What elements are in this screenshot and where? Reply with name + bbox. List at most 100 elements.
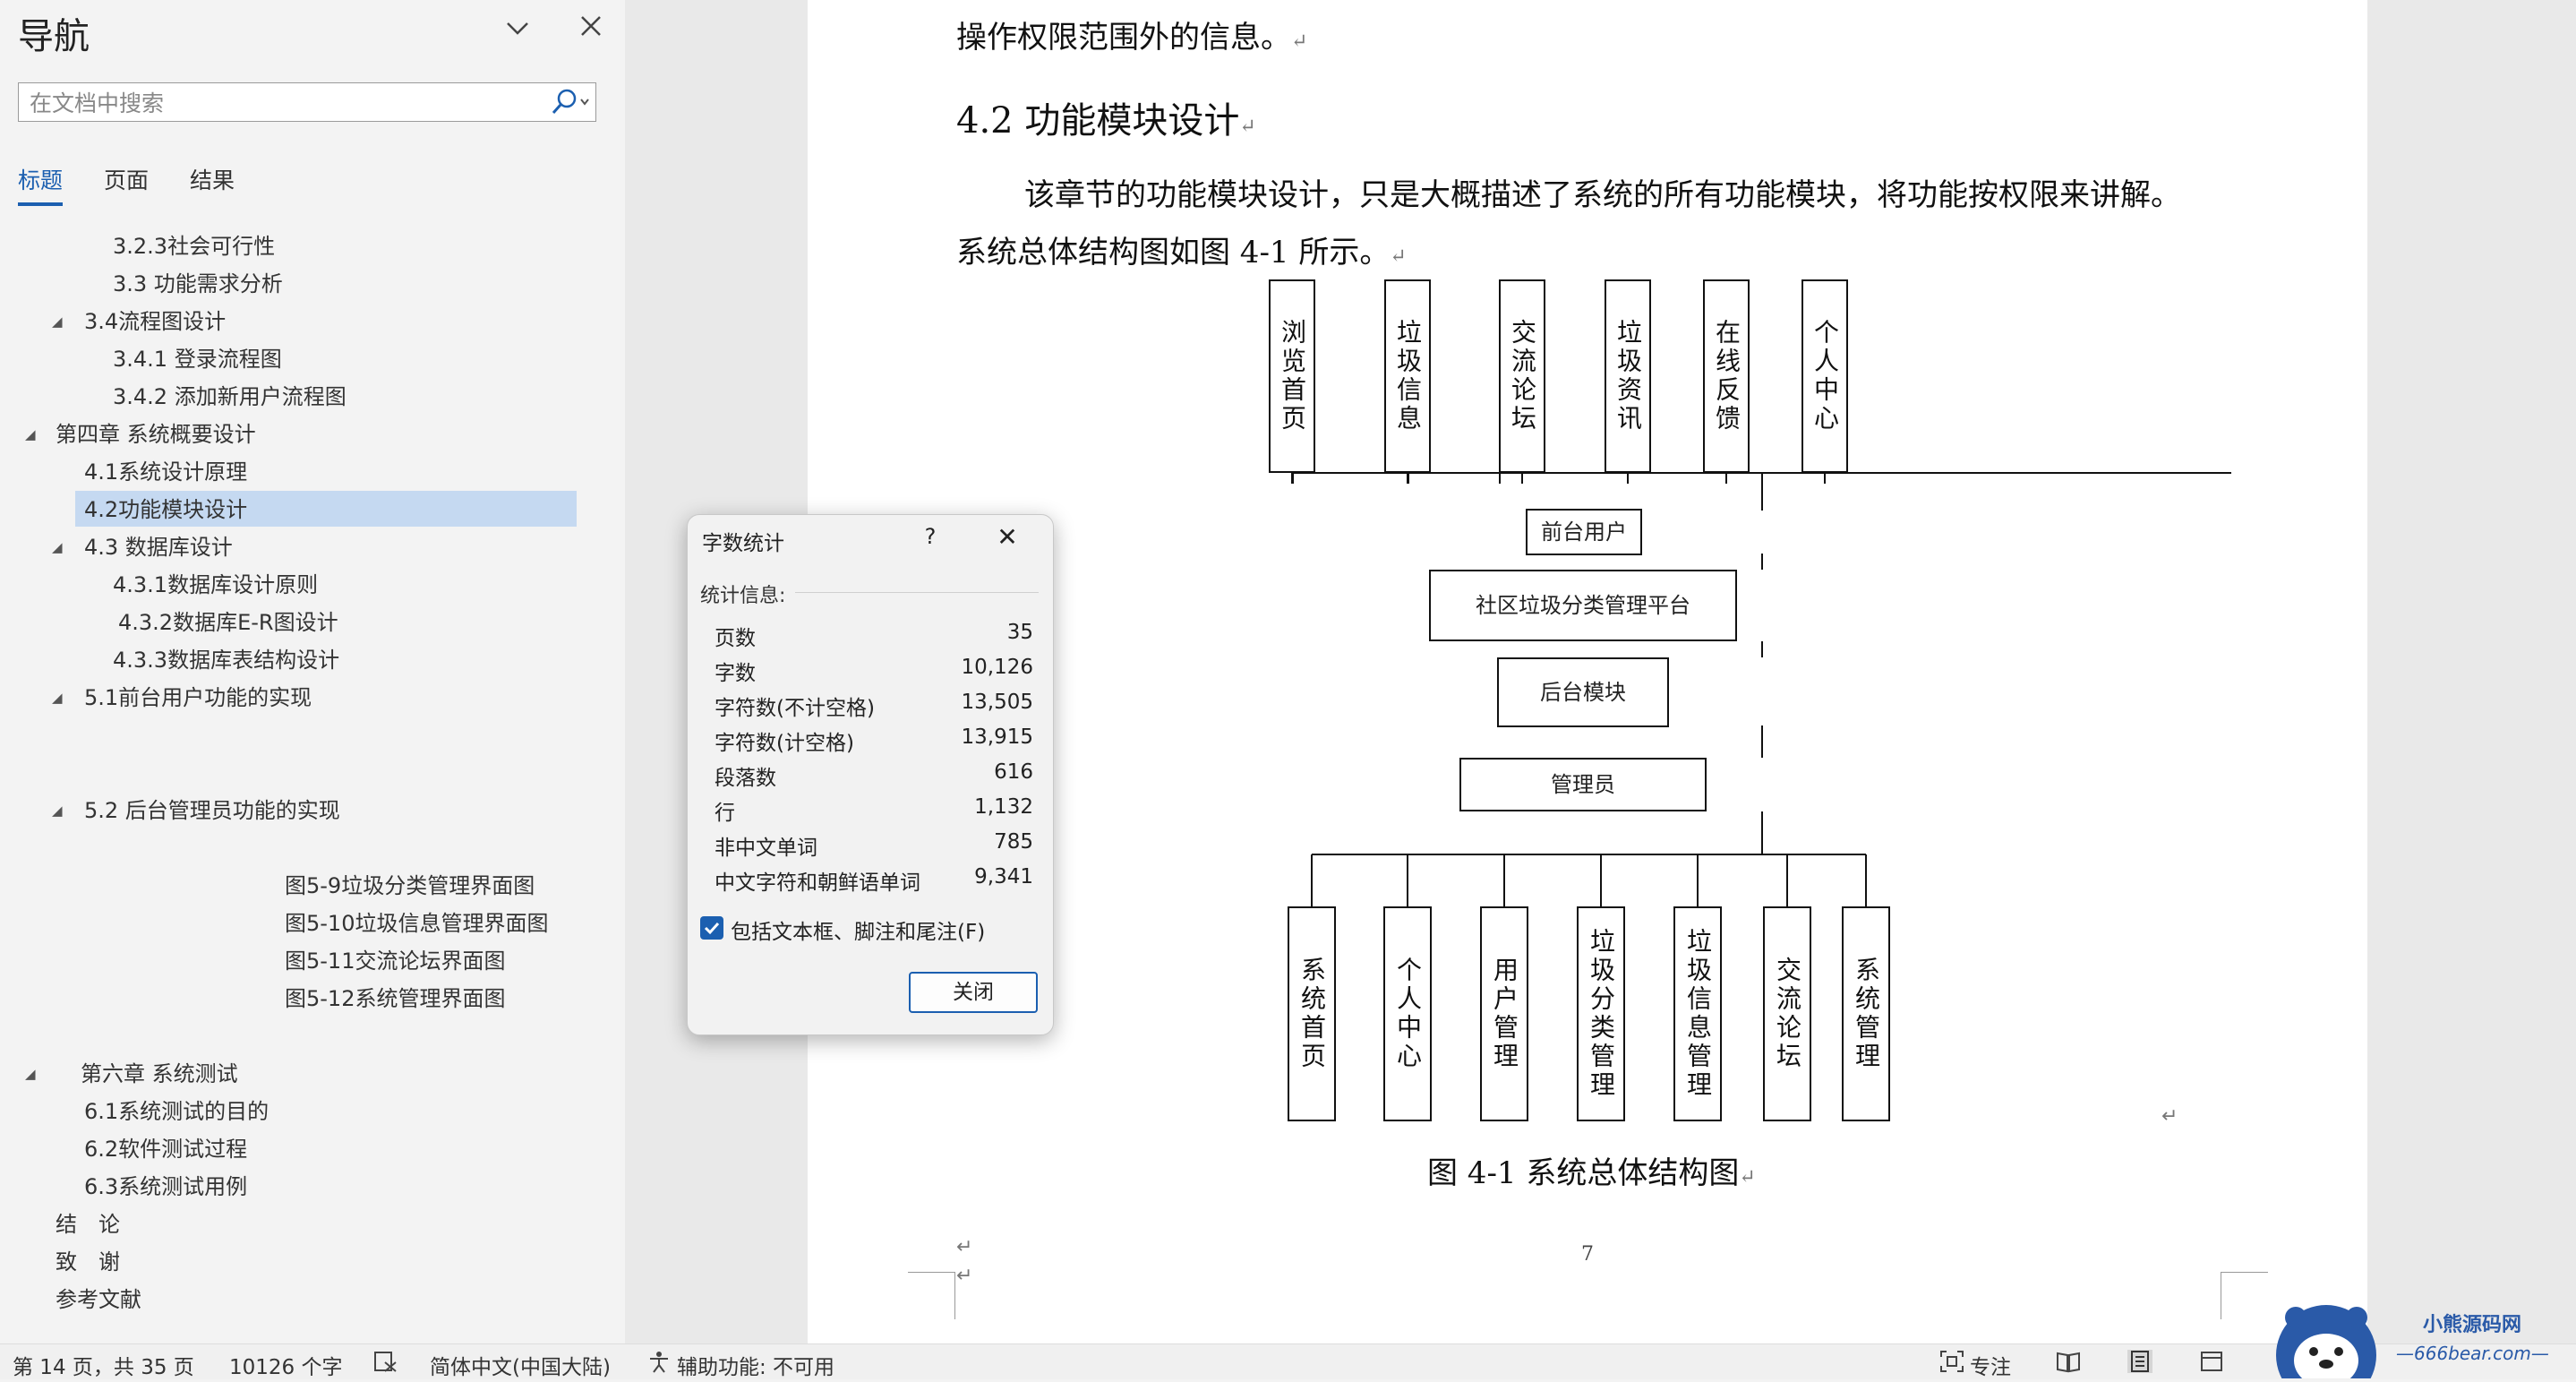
stat-row: 中文字符和朝鲜语单词 9,341 xyxy=(715,865,1033,897)
module-label: 系统管理 xyxy=(1852,957,1881,1071)
stat-row: 段落数 616 xyxy=(715,760,1033,793)
expand-triangle-icon[interactable]: ◢ xyxy=(52,529,63,565)
navigation-pane: 导航 标题 页面 结果 3.2.3社会可行性 3.3 功能需求分析 ◢ 3.4流… xyxy=(0,0,625,1343)
expand-triangle-icon[interactable]: ◢ xyxy=(52,304,63,339)
page-number: 7 xyxy=(1581,1243,1594,1266)
watermark-logo: 小熊源码网 —666bear.com— xyxy=(2264,1301,2576,1382)
front-user-box: 前台用户 xyxy=(1526,509,1642,555)
paragraph-mark: ↵ xyxy=(956,1265,973,1287)
expand-triangle-icon[interactable]: ◢ xyxy=(52,680,63,716)
expand-triangle-icon[interactable]: ◢ xyxy=(25,416,36,452)
module-label: 交流论坛 xyxy=(1773,957,1802,1071)
stat-label: 字符数(计空格) xyxy=(715,732,854,755)
outline-item[interactable]: 3.4.2 添加新用户流程图 xyxy=(113,379,347,415)
print-layout-icon[interactable] xyxy=(2127,1350,2152,1373)
platform-box: 社区垃圾分类管理平台 xyxy=(1429,570,1737,641)
status-bar: 第 14 页，共 35 页 10126 个字 简体中文(中国大陆) 辅助功能: … xyxy=(0,1343,2576,1379)
search-icon[interactable] xyxy=(547,87,592,117)
outline-item[interactable]: 4.3.3数据库表结构设计 xyxy=(113,642,339,678)
outline-item-selected[interactable]: 4.2功能模块设计 xyxy=(84,492,247,528)
outline-item[interactable]: 4.3 数据库设计 xyxy=(84,529,233,565)
outline-item[interactable]: 致 谢 xyxy=(56,1244,120,1280)
page-corner-mark xyxy=(908,1272,955,1319)
web-layout-icon[interactable] xyxy=(2199,1350,2224,1373)
status-accessibility[interactable]: 辅助功能: 不可用 xyxy=(677,1350,834,1380)
status-page[interactable]: 第 14 页，共 35 页 xyxy=(13,1350,194,1380)
expand-triangle-icon[interactable]: ◢ xyxy=(25,1056,36,1092)
outline-item[interactable]: 6.1系统测试的目的 xyxy=(84,1094,269,1129)
stat-row: 字符数(计空格) 13,915 xyxy=(715,725,1033,758)
paragraph-mark: ↵ xyxy=(956,1236,973,1258)
stat-row: 行 1,132 xyxy=(715,795,1033,828)
page-corner-mark xyxy=(2221,1272,2268,1319)
word-count-dialog: 字数统计 ? ✕ 统计信息: 页数 35 字数 10,126 字符数(不计空格) 13… xyxy=(687,514,1054,1035)
status-language[interactable]: 简体中文(中国大陆) xyxy=(430,1350,611,1380)
close-icon[interactable] xyxy=(573,13,609,48)
outline-item[interactable]: 图5-11交流论坛界面图 xyxy=(285,943,505,979)
figure-caption: 图 4-1 系统总体结构图↵ xyxy=(1427,1155,1756,1191)
help-icon[interactable]: ? xyxy=(917,524,944,549)
outline-item[interactable]: 图5-10垃圾信息管理界面图 xyxy=(285,906,548,941)
outline-item[interactable]: 6.3系统测试用例 xyxy=(84,1169,247,1205)
stat-label: 字数 xyxy=(715,662,756,685)
dialog-title: 字数统计 xyxy=(702,532,784,555)
stat-value: 13,915 xyxy=(961,725,1033,749)
outline-item[interactable]: 图5-12系统管理界面图 xyxy=(285,981,505,1017)
outline-item[interactable]: 4.3.1数据库设计原则 xyxy=(113,567,318,603)
checkbox-label[interactable]: 包括文本框、脚注和尾注(F) xyxy=(731,914,985,945)
outline-item[interactable]: 3.3 功能需求分析 xyxy=(113,266,283,302)
outline-item[interactable]: 5.1前台用户功能的实现 xyxy=(84,680,312,716)
stat-value: 13,505 xyxy=(961,691,1033,714)
backend-box: 后台模块 xyxy=(1497,657,1669,727)
module-box-garbage-info-management: 垃圾信息管理 xyxy=(1673,906,1722,1121)
outline-item[interactable]: 4.1系统设计原理 xyxy=(84,454,247,490)
paragraph-mark: ↵ xyxy=(2161,1105,2178,1128)
outline-item[interactable]: 3.2.3社会可行性 xyxy=(113,228,275,264)
nav-title: 导航 xyxy=(18,16,90,57)
tab-pages[interactable]: 页面 xyxy=(104,163,149,195)
outline-item[interactable]: 6.2软件测试过程 xyxy=(84,1131,247,1167)
search-box xyxy=(18,82,596,123)
outline-item[interactable]: 第四章 系统概要设计 xyxy=(56,416,256,452)
outline-item[interactable]: 3.4.1 登录流程图 xyxy=(113,341,282,377)
stat-value: 785 xyxy=(994,830,1033,854)
outline-item[interactable]: 3.4流程图设计 xyxy=(84,304,226,339)
outline-item[interactable]: 参考文献 xyxy=(56,1282,141,1318)
outline-item[interactable]: 结 论 xyxy=(56,1206,120,1242)
stat-label: 中文字符和朝鲜语单词 xyxy=(715,871,920,895)
focus-icon[interactable] xyxy=(1939,1350,1964,1373)
include-textboxes-checkbox[interactable] xyxy=(700,916,723,940)
status-focus[interactable]: 专注 xyxy=(1970,1350,2011,1380)
accessibility-icon[interactable] xyxy=(646,1350,672,1373)
outline-item[interactable]: 第六章 系统测试 xyxy=(81,1056,238,1092)
outline-item[interactable]: 图5-9垃圾分类管理界面图 xyxy=(285,868,535,904)
admin-box: 管理员 xyxy=(1459,758,1707,811)
tab-headings[interactable]: 标题 xyxy=(18,163,63,195)
proofing-icon[interactable] xyxy=(372,1350,398,1373)
chevron-down-icon[interactable] xyxy=(500,13,535,48)
search-input[interactable] xyxy=(28,83,533,123)
module-label: 垃圾信息管理 xyxy=(1683,928,1713,1100)
stat-label: 行 xyxy=(715,802,735,825)
stat-label: 页数 xyxy=(715,627,756,650)
outline-item[interactable]: 5.2 后台管理员功能的实现 xyxy=(84,793,340,828)
module-box-garbage-category: 垃圾分类管理 xyxy=(1577,906,1625,1121)
module-box-system-home: 系统首页 xyxy=(1288,906,1336,1121)
outline-item[interactable]: 4.3.2数据库E-R图设计 xyxy=(118,605,338,640)
module-box-system-management: 系统管理 xyxy=(1842,906,1890,1121)
close-icon[interactable]: ✕ xyxy=(992,522,1023,552)
status-word-count[interactable]: 10126 个字 xyxy=(229,1350,342,1380)
close-button[interactable]: 关闭 xyxy=(909,972,1038,1013)
expand-triangle-icon[interactable]: ◢ xyxy=(52,793,63,828)
module-box-user-management: 用户管理 xyxy=(1480,906,1528,1121)
read-mode-icon[interactable] xyxy=(2056,1350,2081,1373)
stat-row: 字符数(不计空格) 13,505 xyxy=(715,691,1033,723)
stats-section-label: 统计信息: xyxy=(700,585,786,607)
checkmark-icon xyxy=(704,922,720,935)
module-box-personal-center: 个人中心 xyxy=(1383,906,1432,1121)
stat-value: 9,341 xyxy=(974,865,1033,888)
module-box-forum: 交流论坛 xyxy=(1763,906,1811,1121)
tab-results[interactable]: 结果 xyxy=(190,163,235,195)
watermark-text: 小熊源码网 xyxy=(2423,1314,2522,1336)
stat-value: 1,132 xyxy=(974,795,1033,819)
